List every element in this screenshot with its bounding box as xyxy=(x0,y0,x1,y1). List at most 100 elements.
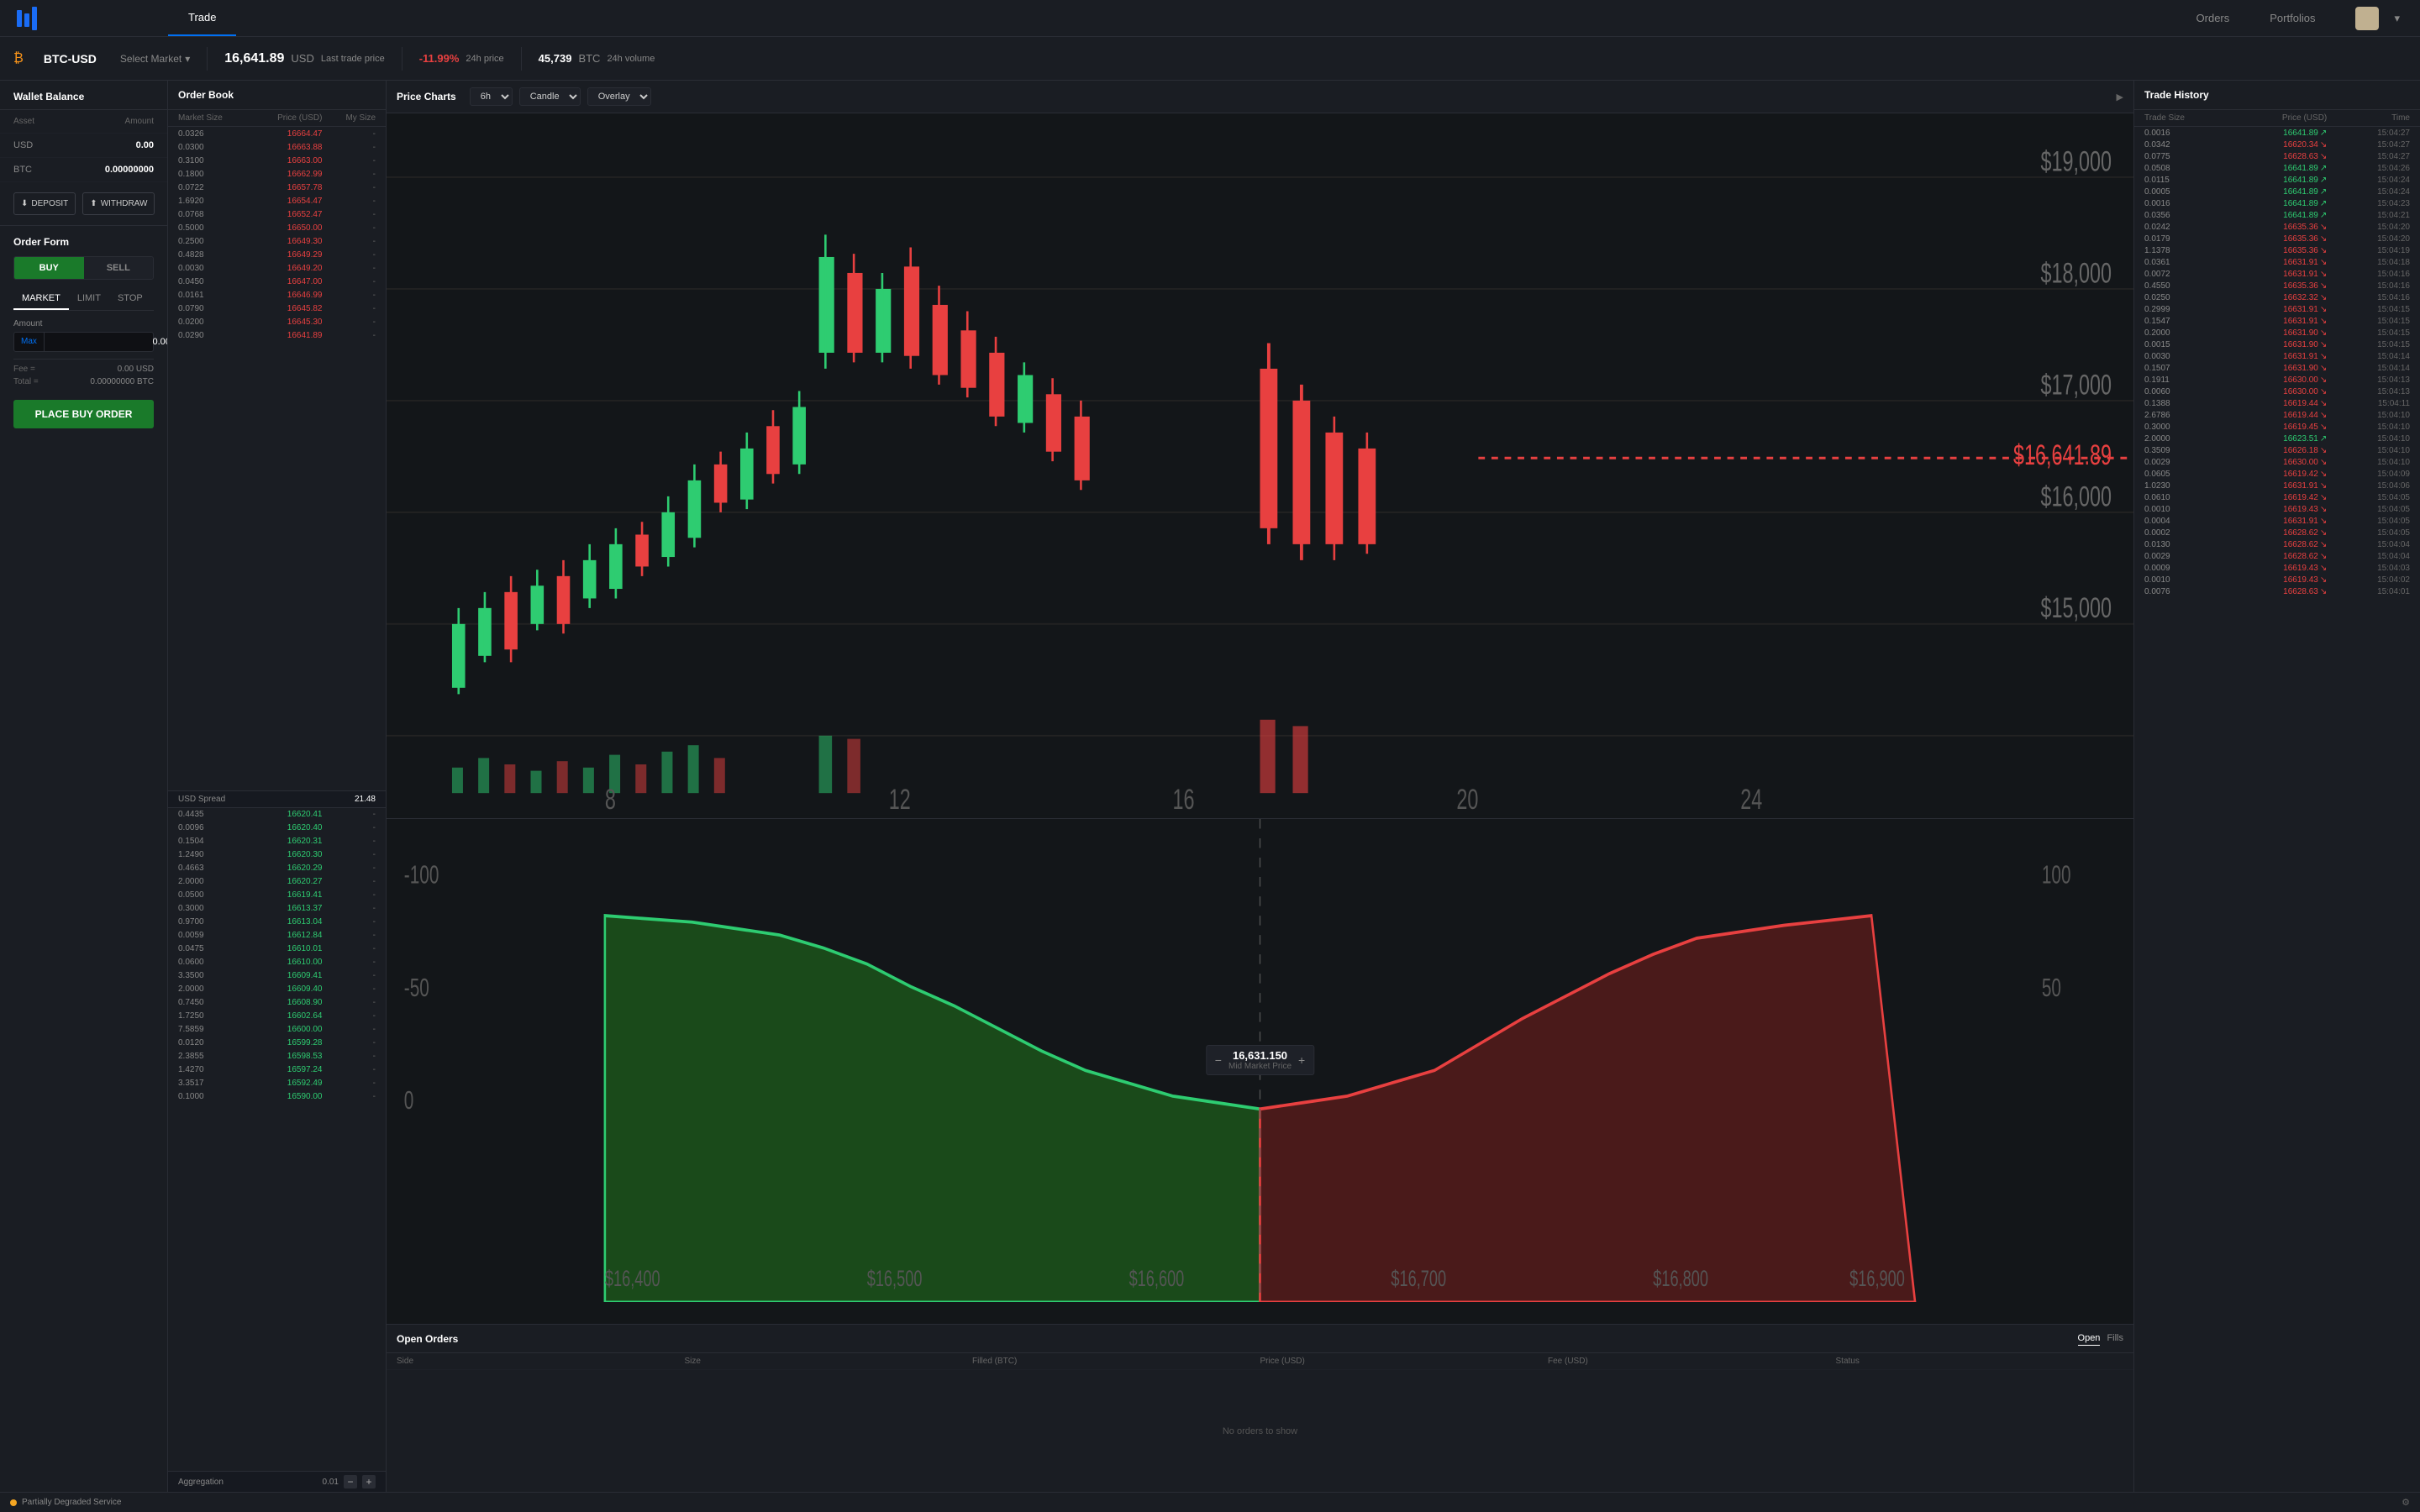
ob-market-size: 0.3000 xyxy=(178,904,242,913)
ob-buy-row[interactable]: 0.7450 16608.90 - xyxy=(168,996,386,1010)
deposit-button[interactable]: ⬇ DEPOSIT xyxy=(13,192,76,215)
ob-sell-row[interactable]: 0.2500 16649.30 - xyxy=(168,234,386,248)
trade-history-row: 0.0361 16631.91↘ 15:04:18 xyxy=(2134,256,2420,268)
trade-size: 0.0179 xyxy=(2144,234,2228,244)
nav-tab-trade[interactable]: Trade xyxy=(168,0,236,36)
ob-market-size: 3.3517 xyxy=(178,1079,242,1088)
trade-size: 0.4550 xyxy=(2144,281,2228,291)
ob-buy-row[interactable]: 0.9700 16613.04 - xyxy=(168,916,386,929)
ob-buy-row[interactable]: 0.1504 16620.31 - xyxy=(168,835,386,848)
mid-price-plus[interactable]: + xyxy=(1298,1053,1305,1067)
ob-buy-row[interactable]: 1.2490 16620.30 - xyxy=(168,848,386,862)
charts-orders-panel: Price Charts 6h1h1d CandleLine Overlay xyxy=(387,81,2133,1492)
ob-buy-row[interactable]: 0.1000 16590.00 - xyxy=(168,1090,386,1104)
trade-time: 15:04:02 xyxy=(2327,575,2410,585)
ob-price: 16602.64 xyxy=(242,1011,322,1021)
logo xyxy=(0,7,168,30)
ob-buy-row[interactable]: 0.4663 16620.29 - xyxy=(168,862,386,875)
trade-history-row: 0.1911 16630.00↘ 15:04:13 xyxy=(2134,374,2420,386)
trade-price: 16619.44↘ xyxy=(2228,411,2328,420)
ob-my-size: - xyxy=(322,864,376,873)
arrow-up-icon: ↗ xyxy=(2320,434,2327,444)
user-menu[interactable]: ▾ xyxy=(2335,0,2420,37)
nav-tab-portfolios[interactable]: Portfolios xyxy=(2249,0,2335,37)
settings-icon[interactable]: ⚙ xyxy=(2402,1497,2410,1508)
ob-sell-row[interactable]: 0.3100 16663.00 - xyxy=(168,154,386,167)
ob-buy-row[interactable]: 0.0120 16599.28 - xyxy=(168,1037,386,1050)
ob-buy-row[interactable]: 2.3855 16598.53 - xyxy=(168,1050,386,1063)
ob-buy-row[interactable]: 1.4270 16597.24 - xyxy=(168,1063,386,1077)
ob-buy-row[interactable]: 1.7250 16602.64 - xyxy=(168,1010,386,1023)
ob-buy-row[interactable]: 2.0000 16609.40 - xyxy=(168,983,386,996)
ob-sell-row[interactable]: 0.0161 16646.99 - xyxy=(168,288,386,302)
ob-buy-row[interactable]: 3.3517 16592.49 - xyxy=(168,1077,386,1090)
ob-sell-row[interactable]: 0.5000 16650.00 - xyxy=(168,221,386,234)
trade-time: 15:04:05 xyxy=(2327,517,2410,526)
expand-icon[interactable]: ▶ xyxy=(2117,92,2123,102)
ob-buy-row[interactable]: 7.5859 16600.00 - xyxy=(168,1023,386,1037)
chart-type-select[interactable]: CandleLine xyxy=(519,87,581,106)
nav-right: Orders Portfolios ▾ xyxy=(2176,0,2420,37)
sell-tab[interactable]: SELL xyxy=(84,257,154,279)
arrow-down-icon: ↘ xyxy=(2320,364,2327,373)
th-col-headers: Trade Size Price (USD) Time xyxy=(2134,110,2420,127)
ob-my-size: - xyxy=(322,837,376,846)
trade-size: 0.0029 xyxy=(2144,552,2228,561)
trade-time: 15:04:18 xyxy=(2327,258,2410,267)
ob-my-size: - xyxy=(322,210,376,219)
ob-buy-row[interactable]: 0.0475 16610.01 - xyxy=(168,942,386,956)
ob-sell-row[interactable]: 0.0200 16645.30 - xyxy=(168,315,386,328)
amount-input[interactable] xyxy=(45,333,168,351)
ob-buy-row[interactable]: 0.4435 16620.41 - xyxy=(168,808,386,822)
aggregation-decrease-button[interactable]: − xyxy=(344,1475,357,1488)
ob-market-size: 0.0096 xyxy=(178,823,242,832)
ob-sell-row[interactable]: 0.0300 16663.88 - xyxy=(168,140,386,154)
order-type-limit[interactable]: LIMIT xyxy=(69,288,109,310)
trade-price: 16641.89↗ xyxy=(2228,211,2328,220)
timeframe-select[interactable]: 6h1h1d xyxy=(470,87,513,106)
trade-time: 15:04:10 xyxy=(2327,446,2410,455)
trade-price: 16631.91↘ xyxy=(2228,317,2328,326)
ob-my-size: - xyxy=(322,1038,376,1047)
select-market-button[interactable]: Select Market ▾ xyxy=(120,53,190,65)
ob-buy-row[interactable]: 0.3000 16613.37 - xyxy=(168,902,386,916)
ob-buy-row[interactable]: 0.0600 16610.00 - xyxy=(168,956,386,969)
mid-price-minus[interactable]: − xyxy=(1215,1053,1222,1067)
ob-aggregation: Aggregation 0.01 − + xyxy=(168,1471,386,1492)
trade-time: 15:04:01 xyxy=(2327,587,2410,596)
ob-sell-row[interactable]: 0.0722 16657.78 - xyxy=(168,181,386,194)
oo-tab-fills[interactable]: Fills xyxy=(2107,1331,2123,1346)
trade-size: 2.0000 xyxy=(2144,434,2228,444)
ob-buy-row[interactable]: 3.3500 16609.41 - xyxy=(168,969,386,983)
place-buy-order-button[interactable]: PLACE BUY ORDER xyxy=(13,400,154,428)
ob-sell-row[interactable]: 0.4828 16649.29 - xyxy=(168,248,386,261)
ob-buy-row[interactable]: 0.0059 16612.84 - xyxy=(168,929,386,942)
ob-buy-row[interactable]: 0.0096 16620.40 - xyxy=(168,822,386,835)
ob-buy-row[interactable]: 0.0500 16619.41 - xyxy=(168,889,386,902)
nav-tab-orders[interactable]: Orders xyxy=(2176,0,2250,37)
ob-my-size: - xyxy=(322,250,376,260)
ob-sell-row[interactable]: 0.0030 16649.20 - xyxy=(168,261,386,275)
ob-sell-row[interactable]: 0.0790 16645.82 - xyxy=(168,302,386,315)
ob-market-size: 0.0790 xyxy=(178,304,242,313)
ob-buy-row[interactable]: 2.0000 16620.27 - xyxy=(168,875,386,889)
ob-sell-row[interactable]: 0.0326 16664.47 - xyxy=(168,127,386,140)
ob-sell-row[interactable]: 0.0290 16641.89 - xyxy=(168,328,386,342)
max-button[interactable]: Max xyxy=(14,333,45,351)
ob-sell-row[interactable]: 0.1800 16662.99 - xyxy=(168,167,386,181)
buy-tab[interactable]: BUY xyxy=(14,257,84,279)
arrow-down-icon: ↘ xyxy=(2320,528,2327,538)
ob-sell-row[interactable]: 1.6920 16654.47 - xyxy=(168,194,386,207)
ob-sell-row[interactable]: 0.0450 16647.00 - xyxy=(168,275,386,288)
order-type-market[interactable]: MARKET xyxy=(13,288,69,310)
trade-size: 0.0342 xyxy=(2144,140,2228,150)
trade-size: 0.0060 xyxy=(2144,387,2228,396)
trade-price: 16631.91↘ xyxy=(2228,352,2328,361)
ob-price: 16592.49 xyxy=(242,1079,322,1088)
order-type-stop[interactable]: STOP xyxy=(109,288,151,310)
ob-sell-row[interactable]: 0.0768 16652.47 - xyxy=(168,207,386,221)
aggregation-increase-button[interactable]: + xyxy=(362,1475,376,1488)
overlay-select[interactable]: Overlay xyxy=(587,87,651,106)
withdraw-button[interactable]: ⬆ WITHDRAW xyxy=(82,192,155,215)
oo-tab-open[interactable]: Open xyxy=(2078,1331,2101,1346)
